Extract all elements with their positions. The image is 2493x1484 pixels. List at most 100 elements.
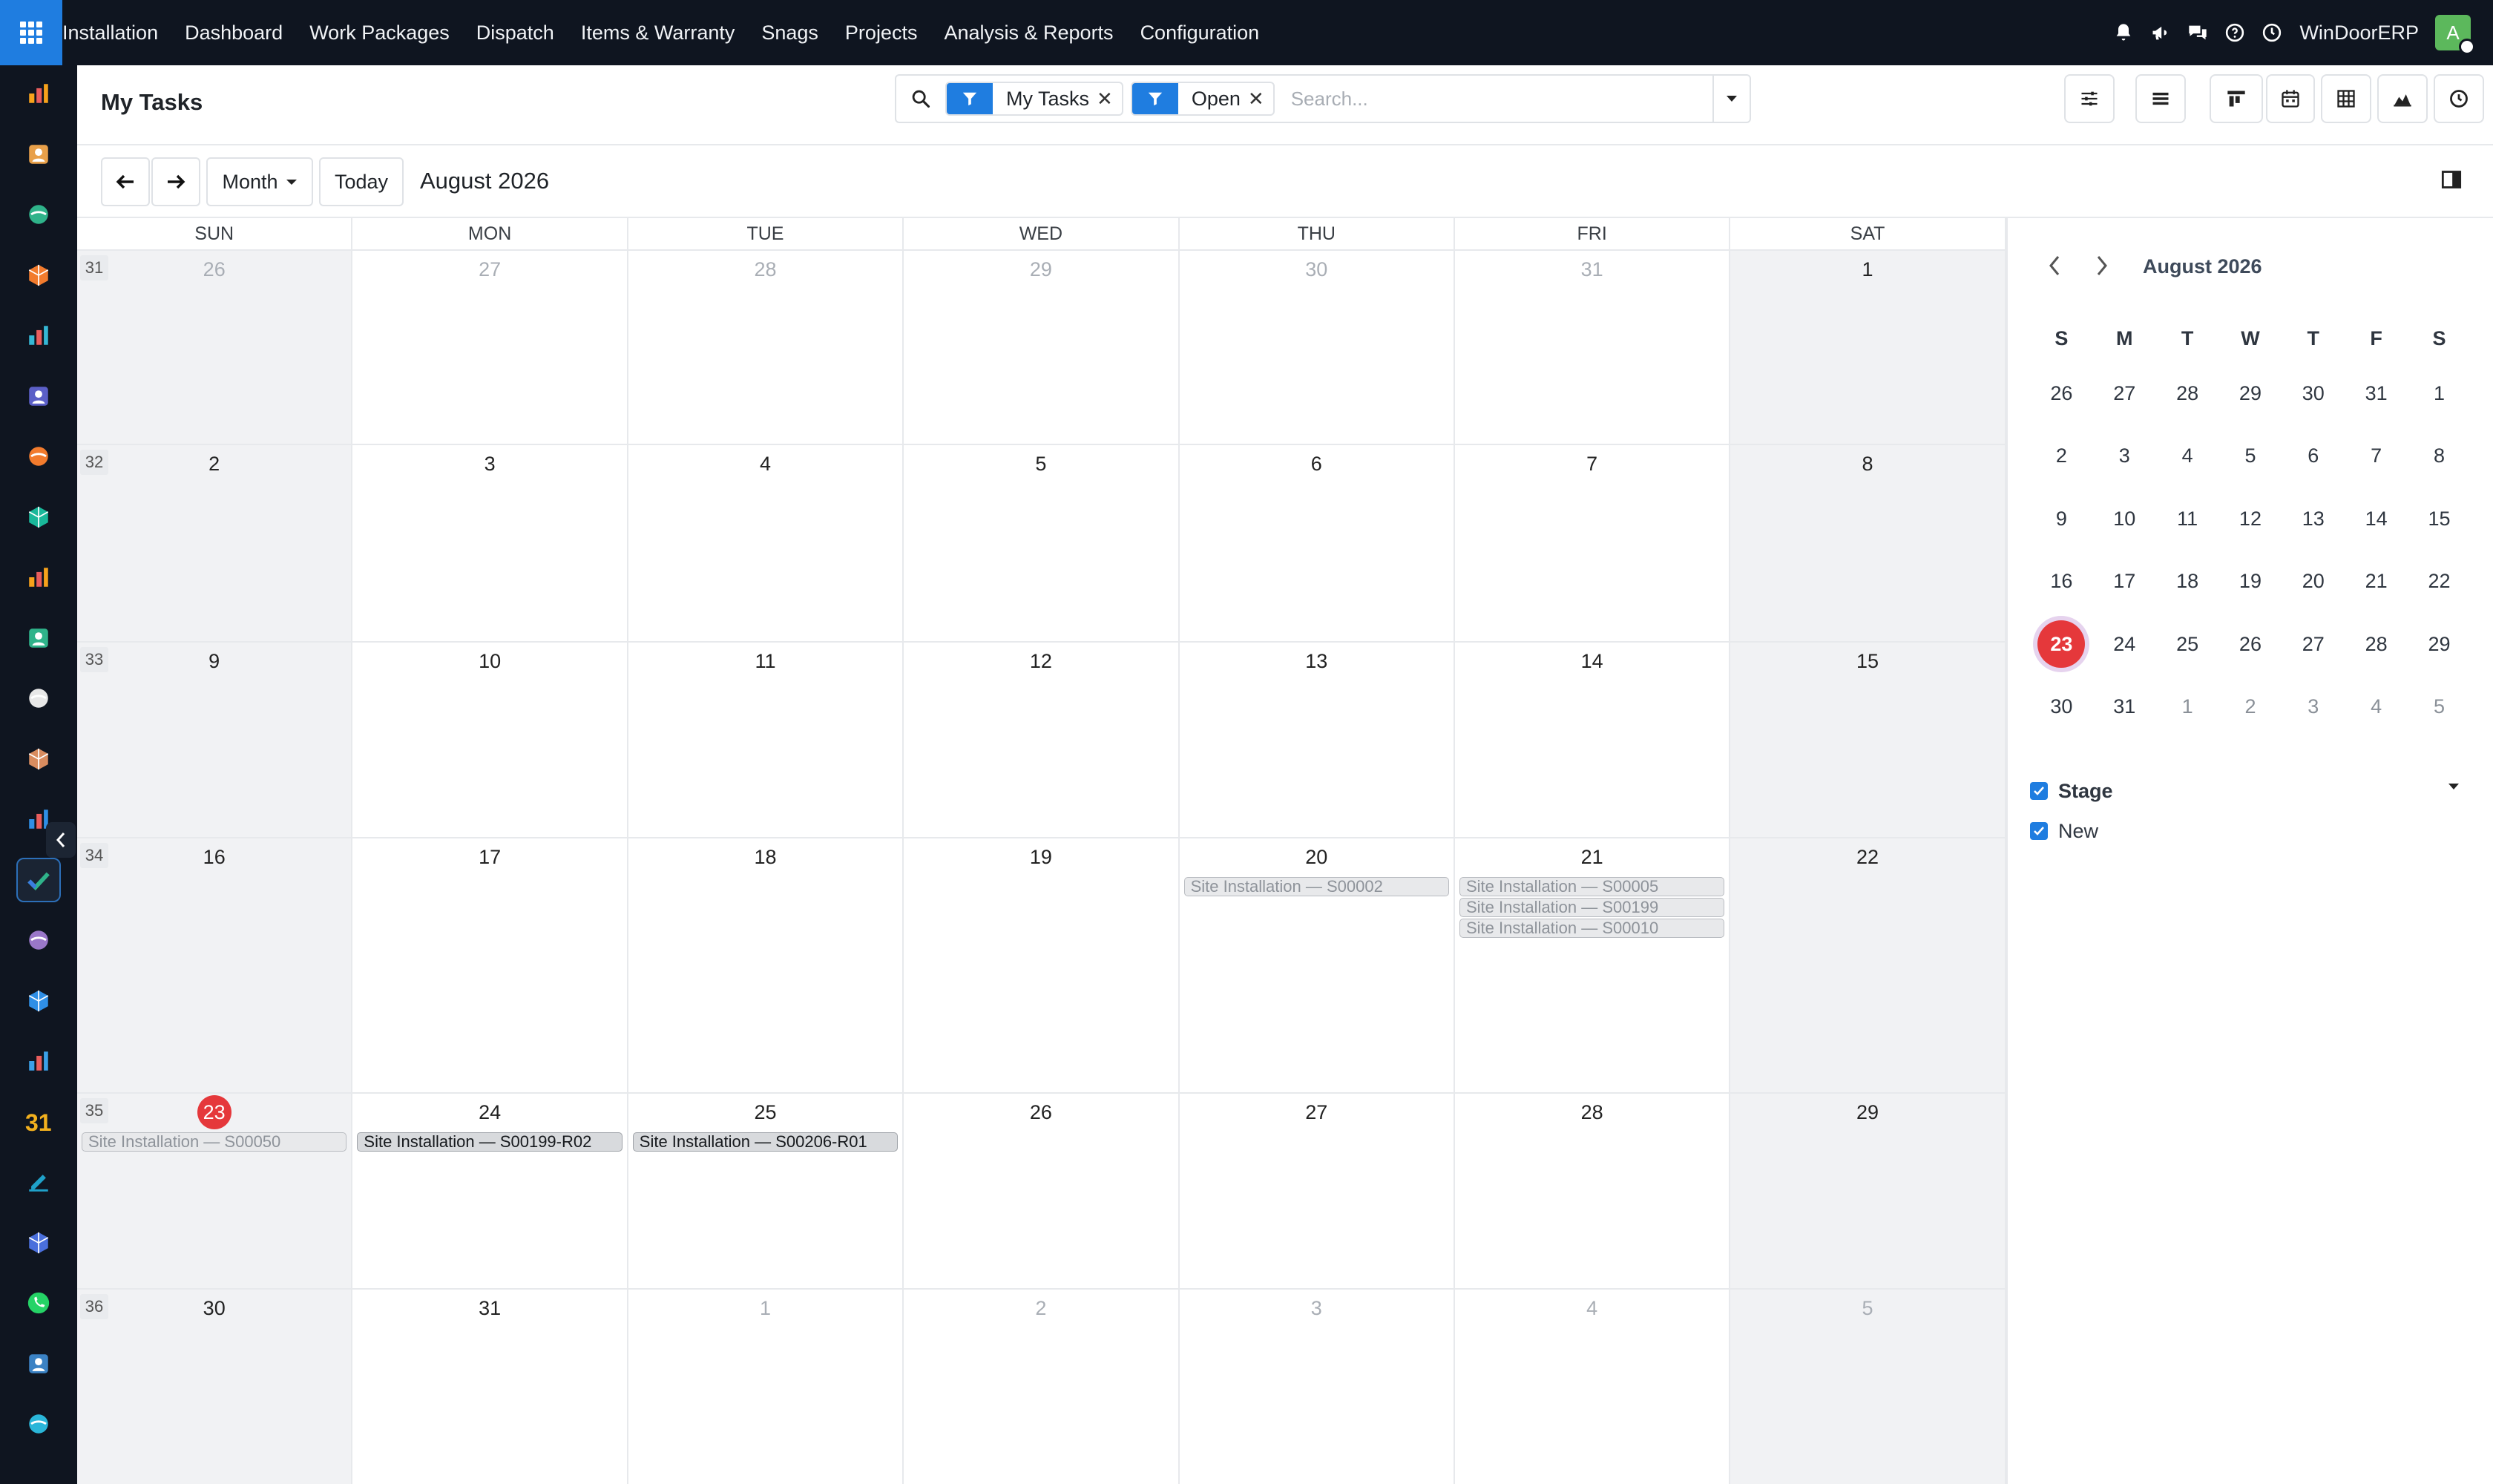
- calendar-event[interactable]: Site Installation — S00050: [82, 1132, 347, 1152]
- chat-icon[interactable]: [2179, 0, 2216, 65]
- day-cell[interactable]: 36 30: [77, 1290, 353, 1484]
- rail-website-2-app[interactable]: [16, 1402, 61, 1446]
- day-number[interactable]: 1: [1730, 258, 2004, 281]
- rail-calendar-app[interactable]: 31: [16, 1100, 61, 1144]
- today-button[interactable]: Today: [319, 157, 404, 206]
- day-cell[interactable]: 5: [1730, 1290, 2006, 1484]
- mini-day[interactable]: 5: [2408, 695, 2471, 718]
- day-number[interactable]: 3: [352, 453, 626, 476]
- mini-day[interactable]: 25: [2156, 633, 2219, 656]
- rail-contacts-app[interactable]: [16, 192, 61, 237]
- next-button[interactable]: [151, 157, 200, 206]
- rail-dashboards-app[interactable]: [16, 1221, 61, 1265]
- day-cell[interactable]: 29: [1730, 1094, 2006, 1288]
- day-number[interactable]: 4: [628, 453, 902, 476]
- day-cell[interactable]: 31: [352, 1290, 628, 1484]
- rail-livechat-app[interactable]: [16, 434, 61, 479]
- mini-day[interactable]: 22: [2408, 570, 2471, 593]
- mini-day[interactable]: 9: [2030, 508, 2093, 531]
- day-cell[interactable]: 14: [1455, 643, 1731, 837]
- day-number[interactable]: 11: [628, 650, 902, 673]
- menu-item-snags[interactable]: Snags: [748, 0, 832, 65]
- mini-day[interactable]: 29: [2219, 382, 2282, 405]
- day-cell[interactable]: 27: [352, 251, 628, 444]
- calendar-event[interactable]: Site Installation — S00199: [1459, 898, 1725, 917]
- mini-day[interactable]: 17: [2093, 570, 2156, 593]
- mini-day[interactable]: 31: [2345, 382, 2408, 405]
- rail-knowledge-app[interactable]: [16, 857, 61, 902]
- day-cell[interactable]: 1: [1730, 251, 2006, 444]
- checkbox-checked-icon[interactable]: [2030, 822, 2048, 840]
- day-cell[interactable]: 34 16: [77, 838, 353, 1092]
- day-cell[interactable]: 31: [1455, 251, 1731, 444]
- search-options-toggle[interactable]: [1712, 76, 1750, 122]
- mini-day[interactable]: 16: [2030, 570, 2093, 593]
- day-cell[interactable]: 19: [904, 838, 1180, 1092]
- mini-day[interactable]: 5: [2219, 444, 2282, 467]
- menu-item-dashboard[interactable]: Dashboard: [171, 0, 296, 65]
- day-number[interactable]: 16: [77, 846, 351, 869]
- day-number[interactable]: 30: [1180, 258, 1454, 281]
- day-number[interactable]: 1: [628, 1297, 902, 1320]
- mini-day-today[interactable]: 23: [2030, 620, 2093, 669]
- filter-item-new[interactable]: New: [2030, 816, 2460, 846]
- day-cell[interactable]: 25 Site Installation — S00206-R01: [628, 1094, 904, 1288]
- day-cell[interactable]: 22: [1730, 838, 2006, 1092]
- mini-day[interactable]: 2: [2219, 695, 2282, 718]
- rail-inventory-2-app[interactable]: [16, 737, 61, 781]
- previous-button[interactable]: [101, 157, 150, 206]
- mini-day[interactable]: 6: [2282, 444, 2345, 467]
- filter-group-stage[interactable]: Stage: [2030, 776, 2460, 806]
- rail-whatsapp-app[interactable]: [16, 1281, 61, 1325]
- rail-discuss-app[interactable]: [16, 253, 61, 298]
- day-cell[interactable]: 10: [352, 643, 628, 837]
- mini-day[interactable]: 30: [2030, 695, 2093, 718]
- day-cell[interactable]: 5: [904, 445, 1180, 641]
- day-number[interactable]: 31: [352, 1297, 626, 1320]
- mini-day[interactable]: 8: [2408, 444, 2471, 467]
- activity-view-button[interactable]: [2434, 74, 2484, 123]
- mini-day[interactable]: 26: [2030, 382, 2093, 405]
- menu-brand-installation[interactable]: Installation: [62, 0, 171, 65]
- rail-sales-app[interactable]: [16, 555, 61, 600]
- rail-website-app[interactable]: [16, 313, 61, 358]
- mini-day[interactable]: 18: [2156, 570, 2219, 593]
- menu-item-items-warranty[interactable]: Items & Warranty: [568, 0, 749, 65]
- mini-day[interactable]: 27: [2093, 382, 2156, 405]
- day-number[interactable]: 20: [1180, 846, 1454, 869]
- mini-day[interactable]: 15: [2408, 508, 2471, 531]
- mini-day[interactable]: 12: [2219, 508, 2282, 531]
- rail-sign-app[interactable]: [16, 1160, 61, 1204]
- day-number[interactable]: 26: [77, 258, 351, 281]
- mini-day[interactable]: 26: [2219, 633, 2282, 656]
- mini-day[interactable]: 7: [2345, 444, 2408, 467]
- list-view-button[interactable]: [2135, 74, 2186, 123]
- megaphone-icon[interactable]: [2142, 0, 2179, 65]
- day-number[interactable]: 5: [904, 453, 1177, 476]
- day-cell[interactable]: 13: [1180, 643, 1455, 837]
- day-number[interactable]: 27: [1180, 1101, 1454, 1124]
- mini-day[interactable]: 1: [2156, 695, 2219, 718]
- day-number[interactable]: 29: [1730, 1101, 2004, 1124]
- pivot-view-button[interactable]: [2321, 74, 2371, 123]
- day-cell[interactable]: 35 23 Site Installation — S00050: [77, 1094, 353, 1288]
- rail-product-app[interactable]: [16, 676, 61, 720]
- mini-day[interactable]: 29: [2408, 633, 2471, 656]
- mini-prev-button[interactable]: [2046, 251, 2063, 280]
- day-cell[interactable]: 28: [1455, 1094, 1731, 1288]
- kanban-view-button[interactable]: [2210, 74, 2263, 123]
- day-cell[interactable]: 6: [1180, 445, 1455, 641]
- menu-item-configuration[interactable]: Configuration: [1127, 0, 1273, 65]
- calendar-event[interactable]: Site Installation — S00005: [1459, 877, 1725, 896]
- rail-purchase-app[interactable]: [16, 495, 61, 539]
- rail-timesheet-app[interactable]: [16, 1342, 61, 1386]
- day-cell[interactable]: 11: [628, 643, 904, 837]
- mini-day[interactable]: 4: [2345, 695, 2408, 718]
- help-icon[interactable]: [2216, 0, 2253, 65]
- mini-day[interactable]: 21: [2345, 570, 2408, 593]
- day-cell[interactable]: 2: [904, 1290, 1180, 1484]
- clock-icon[interactable]: [2253, 0, 2290, 65]
- rail-stock-app[interactable]: [16, 71, 61, 116]
- mini-day[interactable]: 13: [2282, 508, 2345, 531]
- day-cell[interactable]: 15: [1730, 643, 2006, 837]
